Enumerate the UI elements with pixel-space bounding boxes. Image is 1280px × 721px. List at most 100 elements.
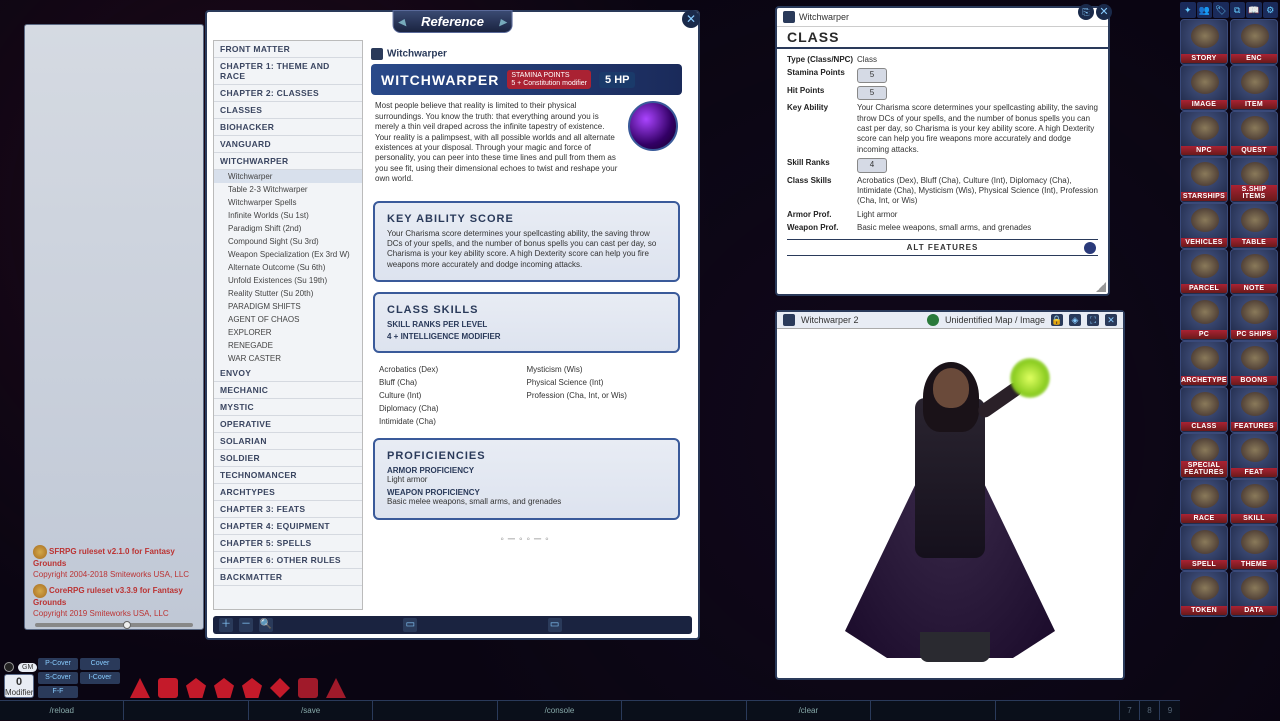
sidebar-boons[interactable]: BOONS — [1230, 341, 1278, 387]
nav-ch6[interactable]: CHAPTER 6: OTHER RULES — [214, 552, 362, 569]
nav-sub[interactable]: Table 2-3 Witchwarper — [214, 183, 362, 196]
sidebar-vehicles[interactable]: VEHICLES — [1180, 203, 1228, 249]
hp-field[interactable]: 5 — [857, 86, 887, 100]
add-icon[interactable]: ＋ — [219, 618, 233, 632]
d20-die[interactable] — [270, 678, 290, 698]
nav-sub[interactable]: Weapon Specialization (Ex 3rd W) — [214, 248, 362, 261]
sidebar-feat[interactable]: FEAT — [1230, 433, 1278, 479]
nav-ch4[interactable]: CHAPTER 4: EQUIPMENT — [214, 518, 362, 535]
nav-sub[interactable]: Reality Stutter (Su 20th) — [214, 287, 362, 300]
hotkey[interactable] — [373, 701, 497, 720]
sidebar-item[interactable]: ITEM — [1230, 65, 1278, 111]
edit-icon[interactable] — [1084, 242, 1096, 254]
nav-backmatter[interactable]: BACKMATTER — [214, 569, 362, 586]
tool-icon[interactable]: 🏷 — [1213, 2, 1229, 18]
hotkey[interactable]: /reload — [0, 701, 124, 720]
sidebar-spell[interactable]: SPELL — [1180, 525, 1228, 571]
nav-operative[interactable]: OPERATIVE — [214, 416, 362, 433]
close-icon[interactable]: ✕ — [1105, 314, 1117, 326]
search-icon[interactable]: 🔍 — [259, 618, 273, 632]
tool-icon[interactable]: 📖 — [1246, 2, 1262, 18]
nav-sub[interactable]: Unfold Existences (Su 19th) — [214, 274, 362, 287]
nav-mechanic[interactable]: MECHANIC — [214, 382, 362, 399]
modifier-box[interactable]: 0 Modifier — [4, 674, 34, 698]
stamina-field[interactable]: 5 — [857, 68, 887, 82]
hotkey-page[interactable]: 9 — [1160, 701, 1180, 720]
nav-classes[interactable]: CLASSES — [214, 102, 362, 119]
d10-die[interactable] — [214, 678, 234, 698]
sidebar-race[interactable]: RACE — [1180, 479, 1228, 525]
sidebar-archetypes[interactable]: ARCHETYPES — [1180, 341, 1228, 387]
d4-die[interactable] — [130, 678, 150, 698]
tool-icon[interactable]: ⚙ — [1263, 2, 1279, 18]
tool-icon[interactable]: ⧉ — [1230, 2, 1246, 18]
close-icon[interactable]: ✕ — [1096, 4, 1112, 20]
d4-alt-die[interactable] — [326, 678, 346, 698]
expand-icon[interactable]: ⛶ — [1087, 314, 1099, 326]
nav-vanguard[interactable]: VANGUARD — [214, 136, 362, 153]
nav-ch1[interactable]: CHAPTER 1: THEME AND RACE — [214, 58, 362, 85]
nav-mystic[interactable]: MYSTIC — [214, 399, 362, 416]
hotkey-page[interactable]: 8 — [1140, 701, 1160, 720]
nav-biohacker[interactable]: BIOHACKER — [214, 119, 362, 136]
cover-button[interactable]: Cover — [80, 658, 120, 670]
sidebar-npc[interactable]: NPC — [1180, 111, 1228, 157]
image-canvas[interactable] — [781, 332, 1119, 674]
sidebar-table[interactable]: TABLE — [1230, 203, 1278, 249]
hotkey[interactable]: /console — [498, 701, 622, 720]
dF-die[interactable] — [298, 678, 318, 698]
lock-icon[interactable]: 🔒 — [1051, 314, 1063, 326]
nav-solarian[interactable]: SOLARIAN — [214, 433, 362, 450]
nav-sub[interactable]: Witchwarper Spells — [214, 196, 362, 209]
cover-button[interactable]: P-Cover — [38, 658, 78, 670]
nav-sub[interactable]: Paradigm Shift (2nd) — [214, 222, 362, 235]
d8-die[interactable] — [186, 678, 206, 698]
nav-archtypes[interactable]: ARCHTYPES — [214, 484, 362, 501]
id-badge-icon[interactable] — [927, 314, 939, 326]
sidebar-theme[interactable]: THEME — [1230, 525, 1278, 571]
nav-ch2[interactable]: CHAPTER 2: CLASSES — [214, 85, 362, 102]
nav-sub[interactable]: WAR CASTER — [214, 352, 362, 365]
resize-handle[interactable] — [1096, 282, 1106, 292]
page-icon[interactable]: ▭ — [548, 618, 562, 632]
nav-ch3[interactable]: CHAPTER 3: FEATS — [214, 501, 362, 518]
alt-features-header[interactable]: ALT FEATURES — [787, 239, 1098, 256]
close-icon[interactable]: ✕ — [682, 10, 700, 28]
sidebar-enc[interactable]: ENC — [1230, 19, 1278, 65]
tool-icon[interactable]: ✦ — [1180, 2, 1196, 18]
nav-soldier[interactable]: SOLDIER — [214, 450, 362, 467]
sidebar-token[interactable]: TOKEN — [1180, 571, 1228, 617]
nav-sub[interactable]: PARADIGM SHIFTS — [214, 300, 362, 313]
link-icon[interactable]: ⎘ — [1078, 4, 1094, 20]
sidebar-data[interactable]: DATA — [1230, 571, 1278, 617]
hotkey[interactable]: /clear — [747, 701, 871, 720]
sidebar-starships[interactable]: STARSHIPS — [1180, 157, 1228, 203]
page-icon[interactable]: ▭ — [403, 618, 417, 632]
sidebar-class[interactable]: CLASS — [1180, 387, 1228, 433]
reference-nav[interactable]: FRONT MATTER CHAPTER 1: THEME AND RACE C… — [213, 40, 363, 610]
hotkey[interactable]: /save — [249, 701, 373, 720]
nav-sub[interactable]: Alternate Outcome (Su 6th) — [214, 261, 362, 274]
hotkey[interactable] — [622, 701, 746, 720]
hotkey[interactable] — [871, 701, 995, 720]
sidebar-skill[interactable]: SKILL — [1230, 479, 1278, 525]
sidebar-quest[interactable]: QUEST — [1230, 111, 1278, 157]
sidebar-story[interactable]: STORY — [1180, 19, 1228, 65]
nav-sub[interactable]: EXPLORER — [214, 326, 362, 339]
sidebar-pc[interactable]: PC — [1180, 295, 1228, 341]
sidebar-image[interactable]: IMAGE — [1180, 65, 1228, 111]
sidebar-note[interactable]: NOTE — [1230, 249, 1278, 295]
status-icon[interactable] — [4, 662, 14, 672]
cover-button[interactable]: I-Cover — [80, 672, 120, 684]
remove-icon[interactable]: － — [239, 618, 253, 632]
sidebar-s-ship-items[interactable]: S.SHIP ITEMS — [1230, 157, 1278, 203]
hotkey-page[interactable]: 7 — [1120, 701, 1140, 720]
sidebar-special-features[interactable]: SPECIAL FEATURES — [1180, 433, 1228, 479]
nav-ch5[interactable]: CHAPTER 5: SPELLS — [214, 535, 362, 552]
sidebar-pc-ships[interactable]: PC SHIPS — [1230, 295, 1278, 341]
nav-sub[interactable]: Compound Sight (Su 3rd) — [214, 235, 362, 248]
chat-scroll[interactable] — [35, 623, 193, 627]
nav-front-matter[interactable]: FRONT MATTER — [214, 41, 362, 58]
d6-die[interactable] — [158, 678, 178, 698]
d12-die[interactable] — [242, 678, 262, 698]
